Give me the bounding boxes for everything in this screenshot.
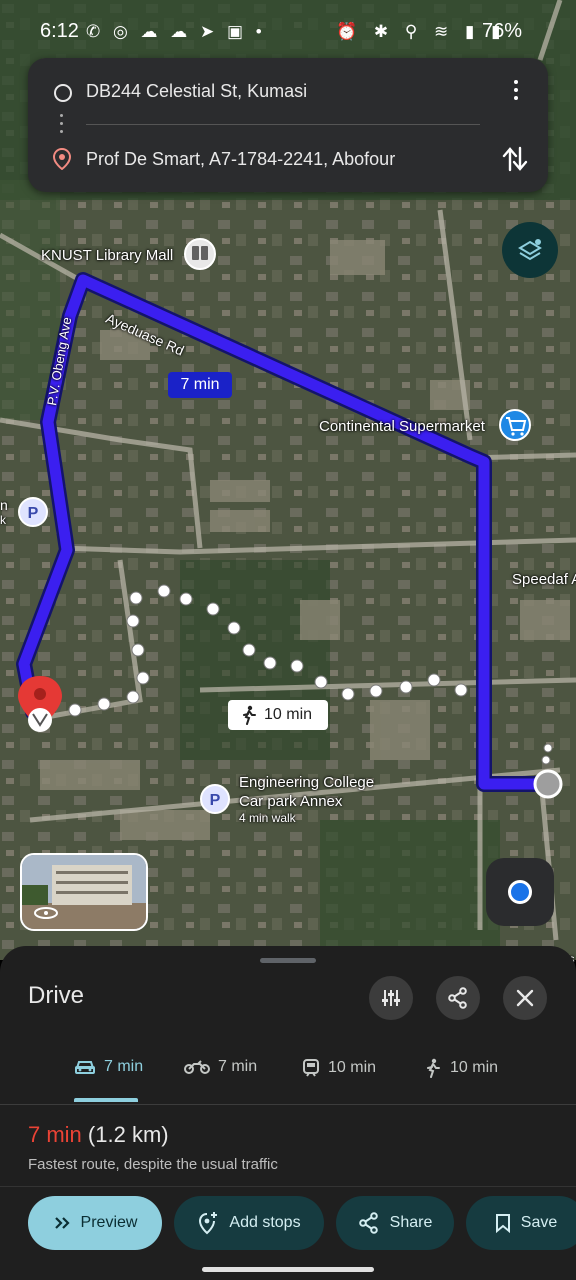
route-connector-icon bbox=[60, 114, 64, 144]
parking-icon: P bbox=[18, 497, 48, 527]
map-label-speedaf[interactable]: Speedaf A bbox=[512, 571, 576, 588]
save-label: Save bbox=[520, 1214, 558, 1231]
divider bbox=[86, 124, 480, 125]
sliders-icon bbox=[382, 990, 400, 1006]
library-icon bbox=[184, 238, 216, 270]
origin-circle-icon bbox=[54, 84, 72, 102]
destination-pin-small-icon bbox=[52, 148, 72, 170]
destination-field[interactable]: Prof De Smart, A7-1784-2241, Abofour bbox=[86, 149, 395, 170]
preview-button[interactable]: Preview bbox=[28, 1196, 162, 1250]
divider bbox=[0, 1186, 576, 1187]
route-traffic-note: Fastest route, despite the usual traffic bbox=[28, 1156, 278, 1173]
directions-card: DB244 Celestial St, Kumasi Prof De Smart… bbox=[28, 58, 548, 192]
location-dot-icon bbox=[508, 880, 532, 904]
close-button[interactable] bbox=[503, 976, 547, 1020]
travel-mode-tabs: 7 min 7 min 10 min 10 min bbox=[0, 1042, 576, 1105]
share-label: Share bbox=[389, 1214, 433, 1231]
walk-time-callout[interactable]: 10 min bbox=[228, 700, 328, 730]
share-icon bbox=[358, 1212, 378, 1234]
walk-icon bbox=[243, 705, 256, 725]
tab-drive[interactable]: 7 min bbox=[74, 1058, 143, 1076]
share-icon bbox=[448, 987, 467, 1009]
tab-walk[interactable]: 10 min bbox=[424, 1058, 498, 1078]
map-label-left-edge: n bbox=[0, 497, 8, 513]
origin-field[interactable]: DB244 Celestial St, Kumasi bbox=[86, 81, 307, 102]
route-duration: 7 min bbox=[28, 1122, 82, 1147]
preview-label: Preview bbox=[80, 1214, 138, 1231]
system-icons: ⏰ ✱ ⚲ ≋ ▮ ▮ bbox=[336, 22, 507, 41]
svg-text:P: P bbox=[28, 505, 39, 522]
route-options-button[interactable] bbox=[369, 976, 413, 1020]
bookmark-icon bbox=[495, 1214, 510, 1233]
rotate-360-icon bbox=[34, 907, 58, 919]
tab-motorcycle[interactable]: 7 min bbox=[184, 1058, 257, 1076]
battery-level: 76% bbox=[482, 20, 523, 42]
add-stops-button[interactable]: Add stops bbox=[174, 1196, 324, 1250]
tab-transit[interactable]: 10 min bbox=[302, 1058, 376, 1078]
tab-drive-label: 7 min bbox=[104, 1058, 144, 1075]
more-options-icon[interactable] bbox=[508, 80, 524, 106]
route-start-marker bbox=[533, 769, 563, 799]
svg-text:P: P bbox=[210, 792, 221, 809]
map-label-continental-supermarket[interactable]: Continental Supermarket bbox=[319, 418, 485, 435]
sheet-drag-handle[interactable] bbox=[260, 958, 316, 963]
notification-icons: ✆ ◎ ☁ ☁ ➤ ▣ • bbox=[86, 22, 266, 41]
car-icon bbox=[75, 1061, 95, 1074]
status-bar: 6:12 ✆ ◎ ☁ ☁ ➤ ▣ • ⏰ ✱ ⚲ ≋ ▮ ▮ 76% bbox=[0, 0, 576, 62]
double-chevron-icon bbox=[54, 1217, 70, 1229]
layers-button[interactable] bbox=[502, 222, 558, 278]
directions-bottom-sheet: Drive 7 min 7 min 10 min 10 min 7 min (1… bbox=[0, 946, 576, 1280]
walk-icon bbox=[427, 1058, 440, 1078]
map-label-knust-library-mall[interactable]: KNUST Library Mall bbox=[41, 247, 173, 264]
map-label-left-edge: k bbox=[0, 513, 6, 527]
active-tab-indicator bbox=[74, 1098, 138, 1102]
layers-icon bbox=[518, 239, 542, 261]
parking-icon: P bbox=[200, 784, 230, 814]
add-location-icon bbox=[199, 1212, 218, 1235]
street-view-thumbnail[interactable] bbox=[20, 853, 148, 931]
sheet-title: Drive bbox=[28, 982, 85, 1009]
walk-time-label: 10 min bbox=[264, 706, 313, 723]
map-label-car-park-annex[interactable]: Car park Annex bbox=[239, 793, 342, 810]
my-location-button[interactable] bbox=[486, 858, 554, 926]
map-label-engineering-college[interactable]: Engineering College bbox=[239, 774, 374, 791]
route-distance: (1.2 km) bbox=[87, 1122, 169, 1147]
tab-motorcycle-label: 7 min bbox=[218, 1058, 258, 1075]
share-button[interactable]: Share bbox=[336, 1196, 454, 1250]
route-summary: 7 min (1.2 km) bbox=[28, 1122, 169, 1148]
add-stops-label: Add stops bbox=[229, 1214, 301, 1231]
tab-walk-label: 10 min bbox=[450, 1059, 499, 1076]
drive-time-callout[interactable]: 7 min bbox=[168, 372, 232, 398]
shopping-cart-icon bbox=[499, 409, 531, 441]
map-label-walk-time: 4 min walk bbox=[239, 811, 296, 825]
motorcycle-icon bbox=[184, 1060, 210, 1074]
tab-transit-label: 10 min bbox=[328, 1059, 377, 1076]
swap-directions-icon[interactable] bbox=[500, 144, 530, 174]
share-route-button[interactable] bbox=[436, 976, 480, 1020]
close-icon bbox=[516, 989, 534, 1007]
train-icon bbox=[303, 1059, 319, 1077]
status-time: 6:12 bbox=[40, 20, 79, 42]
home-gesture-bar[interactable] bbox=[202, 1267, 374, 1272]
save-button[interactable]: Save bbox=[466, 1196, 576, 1250]
